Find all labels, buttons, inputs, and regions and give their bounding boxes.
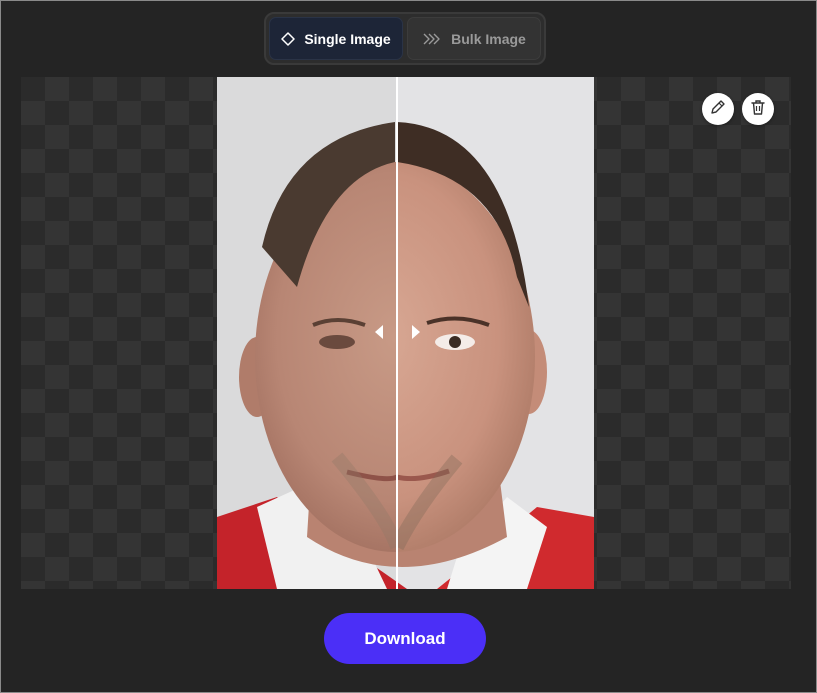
tab-single-image-label: Single Image [304,30,391,47]
trash-icon [749,98,767,121]
tab-single-image[interactable]: Single Image [269,17,403,60]
slider-left-arrow-icon[interactable] [375,325,383,339]
tab-bulk-image-label: Bulk Image [451,30,526,47]
layers-chevron-icon [422,32,442,46]
slider-right-arrow-icon[interactable] [412,325,420,339]
tab-bulk-image[interactable]: Bulk Image [407,17,541,60]
edit-button[interactable] [702,93,734,125]
download-button-label: Download [364,628,446,648]
diamond-icon [281,31,296,46]
delete-button[interactable] [742,93,774,125]
download-button[interactable]: Download [324,613,486,664]
comparison-slider-line[interactable] [396,77,398,589]
mode-toggle: Single Image Bulk Image [264,12,546,65]
comparison-image[interactable] [217,77,594,589]
pencil-icon [709,98,727,121]
app-window: Single Image Bulk Image Download [0,0,817,693]
